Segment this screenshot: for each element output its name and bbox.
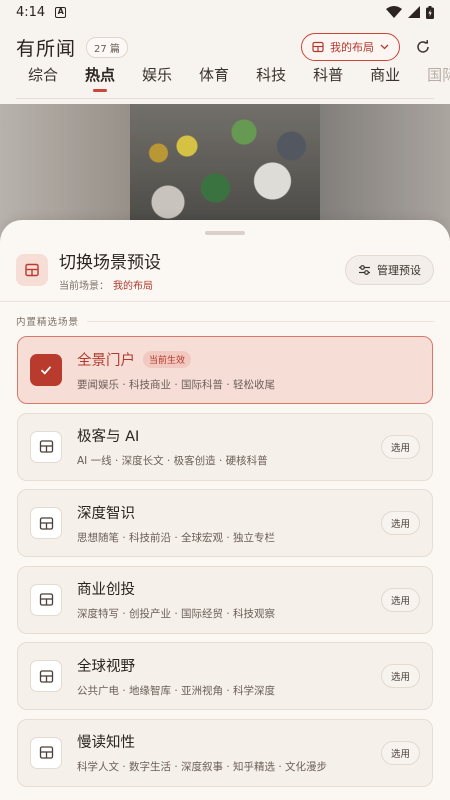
current-scene-label: 当前场景： [59, 281, 109, 292]
current-scene-value: 我的布局 [113, 281, 153, 292]
preset-title: 慢读知性 [77, 735, 135, 751]
layout-icon [30, 660, 62, 692]
tab-international[interactable]: 国际 [427, 62, 450, 98]
sheet-drag-handle[interactable] [205, 231, 245, 235]
preset-card-global[interactable]: 全球视野 公共广电 · 地缘智库 · 亚洲视角 · 科学深度 选用 [17, 642, 433, 710]
preset-card-texts: 全球视野 公共广电 · 地缘智库 · 亚洲视角 · 科学深度 [77, 655, 373, 698]
tab-entertainment[interactable]: 娱乐 [142, 62, 172, 98]
current-scene: 当前场景： 我的布局 [59, 277, 161, 292]
select-preset-button[interactable]: 选用 [380, 740, 420, 765]
tab-science[interactable]: 科普 [313, 62, 343, 98]
sliders-icon [359, 265, 370, 275]
tab-tech[interactable]: 科技 [256, 62, 286, 98]
preset-card-slow-reading[interactable]: 慢读知性 科学人文 · 数字生活 · 深度叙事 · 知乎精选 · 文化漫步 选用 [17, 718, 433, 787]
preset-description: 公共广电 · 地缘智库 · 亚洲视角 · 科学深度 [77, 684, 276, 697]
preset-card-business[interactable]: 商业创投 深度特写 · 创投产业 · 国际经贸 · 科技观察 选用 [17, 565, 433, 634]
tab-business[interactable]: 商业 [370, 62, 400, 98]
scene-preset-sheet: 切换场景预设 当前场景： 我的布局 管理预设 内置精选场景 全景门户 当前生效 要… [0, 220, 450, 800]
preset-card-panorama[interactable]: 全景门户 当前生效 要闻娱乐 · 科技商业 · 国际科普 · 轻松收尾 [17, 336, 433, 404]
preset-title: 全景门户 [77, 352, 135, 369]
tab-comprehensive[interactable]: 综合 [28, 62, 58, 98]
status-time: 4:14 [16, 4, 46, 20]
battery-icon [426, 5, 434, 19]
tab-hot[interactable]: 热点 [85, 62, 115, 98]
app-header: 有所闻 27 篇 我的布局 [0, 30, 450, 64]
category-tabs: 综合 热点 娱乐 体育 科技 科普 商业 国际 [0, 62, 450, 98]
select-preset-button[interactable]: 选用 [380, 587, 420, 612]
preset-card-texts: 商业创投 深度特写 · 创投产业 · 国际经贸 · 科技观察 [77, 578, 373, 621]
preset-title: 极客与 AI [77, 429, 140, 445]
preset-title-row: 全景门户 当前生效 [77, 349, 420, 370]
sheet-header: 切换场景预设 当前场景： 我的布局 管理预设 [16, 248, 434, 292]
sheet-title: 切换场景预设 [59, 253, 161, 273]
preset-card-texts: 全景门户 当前生效 要闻娱乐 · 科技商业 · 国际科普 · 轻松收尾 [77, 349, 420, 392]
section-header: 内置精选场景 [16, 314, 434, 328]
preset-title: 全球视野 [77, 658, 135, 675]
layout-icon [30, 736, 62, 769]
manage-presets-label: 管理预设 [377, 264, 421, 277]
preset-title: 商业创投 [77, 582, 135, 598]
preset-description: 科学人文 · 数字生活 · 深度叙事 · 知乎精选 · 文化漫步 [77, 761, 328, 773]
check-icon [30, 354, 62, 386]
preset-description: AI 一线 · 深度长文 · 极客创造 · 硬核科普 [77, 455, 268, 467]
layout-icon [30, 430, 62, 463]
preset-title: 深度智识 [77, 505, 135, 522]
status-icons [386, 5, 434, 19]
tabs-divider [16, 98, 434, 99]
signal-icon [408, 6, 420, 18]
preset-description: 要闻娱乐 · 科技商业 · 国际科普 · 轻松收尾 [77, 378, 276, 391]
status-bar: 4:14 A [0, 0, 450, 24]
current-active-badge: 当前生效 [143, 350, 192, 368]
sheet-header-texts: 切换场景预设 当前场景： 我的布局 [59, 248, 161, 292]
preset-card-texts: 慢读知性 科学人文 · 数字生活 · 深度叙事 · 知乎精选 · 文化漫步 [77, 731, 373, 774]
notification-icon: A [55, 6, 67, 18]
preset-list: 全景门户 当前生效 要闻娱乐 · 科技商业 · 国际科普 · 轻松收尾 极客与 … [17, 336, 433, 795]
section-divider [87, 320, 434, 322]
layout-icon [30, 583, 62, 616]
select-preset-button[interactable]: 选用 [380, 664, 420, 688]
app-title: 有所闻 [16, 37, 77, 60]
layout-icon [312, 41, 324, 53]
chevron-down-icon [380, 44, 389, 50]
layout-icon [16, 254, 48, 286]
preset-card-texts: 极客与 AI AI 一线 · 深度长文 · 极客创造 · 硬核科普 [77, 425, 373, 468]
preset-description: 深度特写 · 创投产业 · 国际经贸 · 科技观察 [77, 608, 276, 620]
manage-presets-button[interactable]: 管理预设 [345, 255, 434, 285]
layout-button-label: 我的布局 [330, 41, 374, 54]
preset-description: 思想随笔 · 科技前沿 · 全球宏观 · 独立专栏 [77, 531, 276, 544]
sheet-header-divider [0, 301, 450, 302]
refresh-button[interactable] [412, 36, 434, 58]
layout-selector-button[interactable]: 我的布局 [301, 33, 400, 61]
tab-sports[interactable]: 体育 [199, 62, 229, 98]
refresh-icon [417, 40, 429, 53]
preset-card-deep-knowledge[interactable]: 深度智识 思想随笔 · 科技前沿 · 全球宏观 · 独立专栏 选用 [17, 489, 433, 557]
layout-icon [30, 507, 62, 539]
wifi-icon [386, 6, 402, 18]
section-label: 内置精选场景 [16, 317, 80, 328]
select-preset-button[interactable]: 选用 [380, 511, 420, 535]
article-count-badge: 27 篇 [86, 36, 128, 58]
preset-card-geek-ai[interactable]: 极客与 AI AI 一线 · 深度长文 · 极客创造 · 硬核科普 选用 [17, 412, 433, 481]
preset-card-texts: 深度智识 思想随笔 · 科技前沿 · 全球宏观 · 独立专栏 [77, 502, 373, 545]
select-preset-button[interactable]: 选用 [380, 434, 420, 459]
